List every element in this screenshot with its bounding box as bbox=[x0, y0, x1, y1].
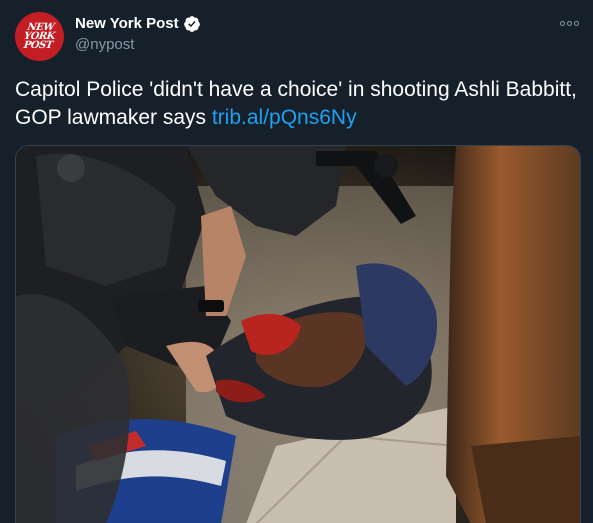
tweet-header: New York Post @nypost bbox=[75, 14, 201, 55]
dot bbox=[566, 20, 572, 26]
logo-line-3: POST bbox=[22, 40, 54, 51]
tweet-text: Capitol Police 'didn't have a choice' in… bbox=[15, 76, 580, 132]
verified-badge-icon bbox=[183, 16, 200, 32]
name-row: New York Post bbox=[75, 14, 201, 34]
dot bbox=[559, 20, 565, 26]
avatar[interactable]: NEW YORK POST bbox=[15, 12, 64, 61]
display-name[interactable]: New York Post bbox=[75, 14, 179, 34]
handle[interactable]: @nypost bbox=[75, 35, 201, 55]
new-york-post-logo: NEW YORK POST bbox=[22, 22, 57, 51]
news-photo bbox=[16, 146, 580, 523]
tweet-link[interactable]: trib.al/pQns6Ny bbox=[212, 106, 357, 129]
tweet-card[interactable]: NEW YORK POST New York Post @nypost Capi… bbox=[0, 0, 593, 523]
dot bbox=[573, 20, 579, 26]
tweet-photo[interactable] bbox=[15, 145, 581, 523]
more-options-icon[interactable] bbox=[559, 14, 579, 32]
